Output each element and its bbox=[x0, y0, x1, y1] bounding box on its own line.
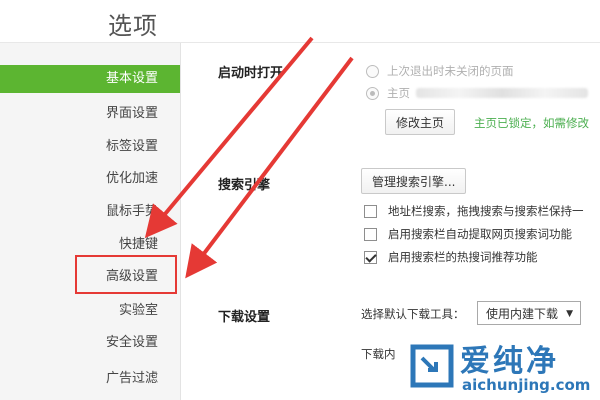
checkbox-addressbar-search-label: 地址栏搜索，拖拽搜索与搜索栏保持一 bbox=[388, 204, 584, 218]
download-tool-select[interactable]: 使用内建下载 ▼ bbox=[477, 301, 581, 325]
manage-search-engines-button[interactable]: 管理搜索引擎... bbox=[361, 168, 467, 194]
sidebar-item-mouse-gestures[interactable]: 鼠标手势 bbox=[106, 198, 158, 226]
blurred-homepage-url bbox=[416, 88, 588, 98]
radio-homepage-label: 主页 bbox=[387, 86, 410, 100]
chevron-down-icon: ▼ bbox=[566, 309, 573, 319]
sidebar-item-lab[interactable]: 实验室 bbox=[119, 297, 158, 325]
download-section-label: 下载设置 bbox=[218, 310, 271, 325]
checkbox-hot-search-label: 启用搜索栏的热搜词推荐功能 bbox=[388, 250, 538, 264]
checkbox-auto-extract[interactable] bbox=[364, 228, 377, 241]
watermark-logo-icon bbox=[410, 344, 454, 388]
sidebar-item-interface[interactable]: 界面设置 bbox=[106, 100, 158, 128]
search-section-label: 搜索引擎 bbox=[218, 178, 271, 193]
modify-homepage-button[interactable]: 修改主页 bbox=[385, 109, 456, 135]
sidebar-item-adblock[interactable]: 广告过滤 bbox=[106, 365, 158, 393]
page-title: 选项 bbox=[108, 12, 158, 40]
download-tool-label: 选择默认下载工具： bbox=[361, 307, 465, 321]
download-tool-value: 使用内建下载 bbox=[486, 307, 559, 321]
checkbox-hot-search[interactable] bbox=[364, 251, 377, 264]
sidebar: 基本设置 界面设置 标签设置 优化加速 鼠标手势 快捷键 高级设置 实验室 安全… bbox=[0, 43, 181, 400]
download-location-label: 下载内 bbox=[361, 347, 396, 361]
sidebar-item-security[interactable]: 安全设置 bbox=[106, 329, 158, 357]
sidebar-item-tabs[interactable]: 标签设置 bbox=[106, 133, 158, 161]
sidebar-item-basic[interactable]: 基本设置 bbox=[0, 65, 180, 93]
radio-homepage[interactable] bbox=[366, 87, 379, 100]
advanced-settings-highlight bbox=[75, 255, 177, 294]
radio-last-session-label: 上次退出时未关闭的页面 bbox=[387, 64, 514, 78]
sidebar-item-optimize[interactable]: 优化加速 bbox=[106, 165, 158, 193]
startup-section-label: 启动时打开 bbox=[218, 66, 284, 81]
watermark-brand: 爱纯净 bbox=[460, 344, 559, 379]
radio-last-session[interactable] bbox=[366, 65, 379, 78]
watermark-url: aichunjing.com bbox=[462, 376, 591, 394]
watermark: 爱纯净 aichunjing.com bbox=[404, 332, 600, 400]
homepage-locked-text: 主页已锁定，如需修改 bbox=[474, 116, 589, 130]
checkbox-addressbar-search[interactable] bbox=[364, 205, 377, 218]
checkbox-auto-extract-label: 启用搜索栏自动提取网页搜索词功能 bbox=[388, 227, 572, 241]
annotation-arrow-lower bbox=[185, 56, 354, 279]
